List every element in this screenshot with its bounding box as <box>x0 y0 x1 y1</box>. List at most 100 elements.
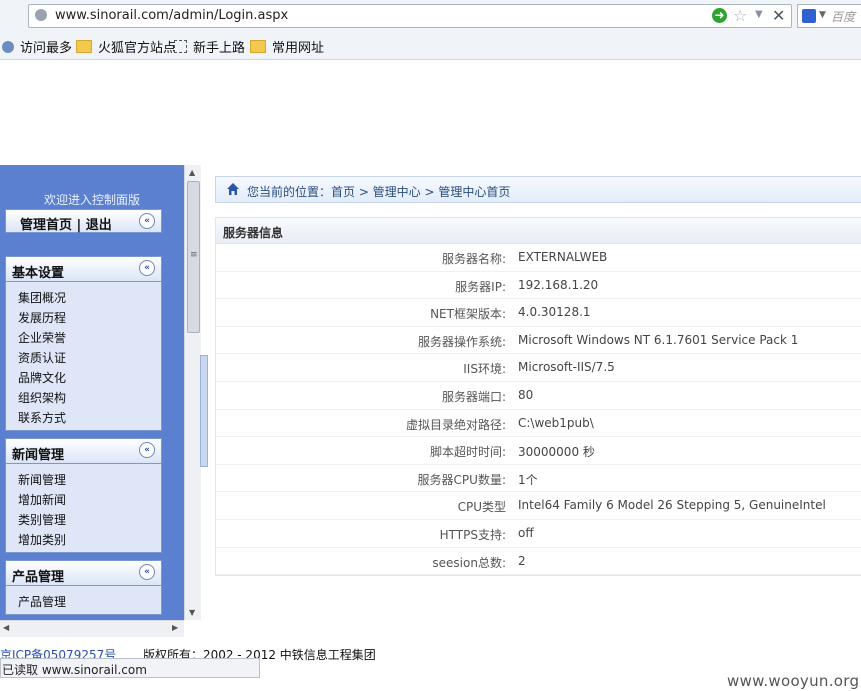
info-value: EXTERNALWEB <box>518 250 608 264</box>
sidebar-item[interactable]: 资质认证 <box>6 348 161 368</box>
panel-title: 服务器信息 <box>223 226 284 240</box>
top-links-text[interactable]: 管理首页 | 退出 <box>20 214 112 233</box>
info-value: 2 <box>518 553 526 568</box>
sidebar-item[interactable]: 新闻管理 <box>6 470 161 490</box>
group-header[interactable]: 产品管理 « <box>5 560 162 586</box>
bookmark-most-visited[interactable]: 访问最多 <box>2 37 72 56</box>
info-row: HTTPS支持: off <box>216 520 861 548</box>
bookmark-getting-started[interactable]: 新手上路 <box>174 37 245 56</box>
sidebar-item[interactable]: 产品管理 <box>6 592 161 612</box>
info-value: 192.168.1.20 <box>518 277 599 292</box>
sidebar-group-basic-settings: 基本设置 « 集团概况 发展历程 企业荣誉 资质认证 品牌文化 组织架构 联系方… <box>5 256 162 431</box>
address-url[interactable]: www.sinorail.com/admin/Login.aspx <box>55 8 288 23</box>
sidebar-item[interactable]: 企业荣誉 <box>6 328 161 348</box>
sidebar-item[interactable]: 发展历程 <box>6 308 161 328</box>
info-row: 服务器CPU数量: 1个 <box>216 465 861 493</box>
browser-toolbar: www.sinorail.com/admin/Login.aspx ➜ ☆ ▼ … <box>0 0 861 33</box>
sidebar-item[interactable]: 类别管理 <box>6 510 161 530</box>
bookmarks-toolbar: 访问最多 火狐官方站点 新手上路 常用网址 <box>0 32 861 60</box>
info-label: NET框架版本: <box>430 307 506 322</box>
go-icon[interactable]: ➜ <box>712 8 727 23</box>
scroll-right-arrow-icon[interactable]: ▶ <box>172 623 178 632</box>
collapse-icon[interactable]: « <box>139 213 155 229</box>
info-row: 服务器操作系统: Microsoft Windows NT 6.1.7601 Se… <box>216 327 861 355</box>
info-row: IIS环境: Microsoft-IIS/7.5 <box>216 354 861 382</box>
sidebar-top-links: 管理首页 | 退出 « <box>5 209 162 233</box>
info-value: Microsoft-IIS/7.5 <box>518 360 615 375</box>
bookmark-star-icon[interactable]: ☆ <box>733 6 747 25</box>
info-row: 脚本超时时间: 30000000 秒 <box>216 437 861 465</box>
most-visited-icon <box>2 41 14 53</box>
info-row: CPU类型 Intel64 Family 6 Model 26 Stepping … <box>216 492 861 520</box>
info-label: HTTPS支持: <box>439 527 506 542</box>
info-value: Microsoft Windows NT 6.1.7601 Service Pa… <box>518 332 799 347</box>
status-text: 已读取 www.sinorail.com <box>2 663 147 677</box>
info-label: 虚拟目录绝对路径: <box>405 417 506 432</box>
info-label: seesion总数: <box>432 555 506 570</box>
info-row: 服务器端口: 80 <box>216 382 861 410</box>
group-body: 集团概况 发展历程 企业荣誉 资质认证 品牌文化 组织架构 联系方式 <box>5 282 162 431</box>
sidebar-horizontal-scrollbar[interactable]: ◀ ▶ <box>0 620 184 637</box>
search-box[interactable]: ▼ 百度 <box>797 4 861 28</box>
info-row: 服务器IP: 192.168.1.20 <box>216 272 861 300</box>
info-value: off <box>518 525 534 540</box>
breadcrumb: 您当前的位置：首页 > 管理中心 > 管理中心首页 <box>215 176 861 203</box>
collapse-icon[interactable]: « <box>139 260 155 276</box>
bookmark-firefox-site[interactable]: 火狐官方站点 <box>76 37 176 56</box>
info-value: 4.0.30128.1 <box>518 305 591 320</box>
info-value: 30000000 秒 <box>518 445 595 460</box>
sidebar-item[interactable]: 组织架构 <box>6 388 161 408</box>
server-info-panel: 服务器信息 服务器名称: EXTERNALWEB 服务器IP: 192.168.1.… <box>215 217 861 577</box>
address-bar[interactable]: www.sinorail.com/admin/Login.aspx ➜ ☆ ▼ … <box>28 4 792 28</box>
scroll-up-arrow-icon[interactable]: ▲ <box>189 168 195 177</box>
baidu-engine-icon[interactable] <box>802 9 816 23</box>
info-label: CPU类型 <box>457 500 506 515</box>
scroll-left-arrow-icon[interactable]: ◀ <box>3 623 9 632</box>
sidebar-welcome: 欢迎进入控制面版 <box>43 193 140 207</box>
collapse-icon[interactable]: « <box>139 442 155 458</box>
breadcrumb-text[interactable]: 您当前的位置：首页 > 管理中心 > 管理中心首页 <box>247 183 510 200</box>
sidebar-item[interactable]: 增加新闻 <box>6 490 161 510</box>
group-header[interactable]: 基本设置 « <box>5 256 162 282</box>
sidebar-item[interactable]: 集团概况 <box>6 288 161 308</box>
status-bar: 已读取 www.sinorail.com <box>0 658 260 678</box>
search-engine-dropdown-icon[interactable]: ▼ <box>819 10 826 20</box>
folder-icon <box>76 40 92 53</box>
search-placeholder[interactable]: 百度 <box>831 8 855 25</box>
folder-icon <box>250 40 266 53</box>
history-dropdown-icon[interactable]: ▼ <box>755 9 763 20</box>
watermark: www.wooyun.org <box>727 672 860 690</box>
info-value: 80 <box>518 387 534 402</box>
info-row: NET框架版本: 4.0.30128.1 <box>216 299 861 327</box>
collapse-icon[interactable]: « <box>139 564 155 580</box>
group-body: 产品管理 <box>5 586 162 615</box>
site-identity-icon[interactable] <box>35 9 47 21</box>
info-value: Intel64 Family 6 Model 26 Stepping 5, Ge… <box>518 498 826 513</box>
group-header[interactable]: 新闻管理 « <box>5 438 162 464</box>
scrollbar-thumb[interactable]: ≡ <box>187 181 200 333</box>
info-label: 脚本超时时间: <box>429 445 506 460</box>
sidebar-item[interactable]: 联系方式 <box>6 408 161 428</box>
bookmark-common-sites[interactable]: 常用网址 <box>250 37 324 56</box>
sidebar-group-news: 新闻管理 « 新闻管理 增加新闻 类别管理 增加类别 <box>5 438 162 553</box>
panel-header: 服务器信息 <box>216 218 861 244</box>
info-row: 虚拟目录绝对路径: C:\web1pub\ <box>216 410 861 438</box>
home-icon <box>227 183 239 195</box>
info-label: 服务器名称: <box>441 252 506 266</box>
info-label: 服务器端口: <box>441 389 506 404</box>
group-body: 新闻管理 增加新闻 类别管理 增加类别 <box>5 464 162 553</box>
sidebar: 欢迎进入控制面版 管理首页 | 退出 « 基本设置 « 集团概况 发展历程 企业… <box>0 165 184 620</box>
info-value: C:\web1pub\ <box>518 415 594 430</box>
scroll-down-arrow-icon[interactable]: ▼ <box>189 608 195 617</box>
sidebar-item[interactable]: 增加类别 <box>6 530 161 550</box>
sidebar-group-products: 产品管理 « 产品管理 <box>5 560 162 615</box>
sidebar-item[interactable]: 品牌文化 <box>6 368 161 388</box>
info-label: 服务器操作系统: <box>417 334 506 349</box>
info-label: 服务器CPU数量: <box>417 472 506 487</box>
sidebar-vertical-scrollbar[interactable]: ▲ ≡ ▼ <box>184 165 201 620</box>
frame-splitter[interactable] <box>200 355 208 467</box>
grip-icon: ≡ <box>190 250 198 260</box>
info-row: 服务器名称: EXTERNALWEB <box>216 244 861 272</box>
info-value: 1个 <box>518 472 538 487</box>
stop-icon[interactable]: ✕ <box>772 6 785 25</box>
